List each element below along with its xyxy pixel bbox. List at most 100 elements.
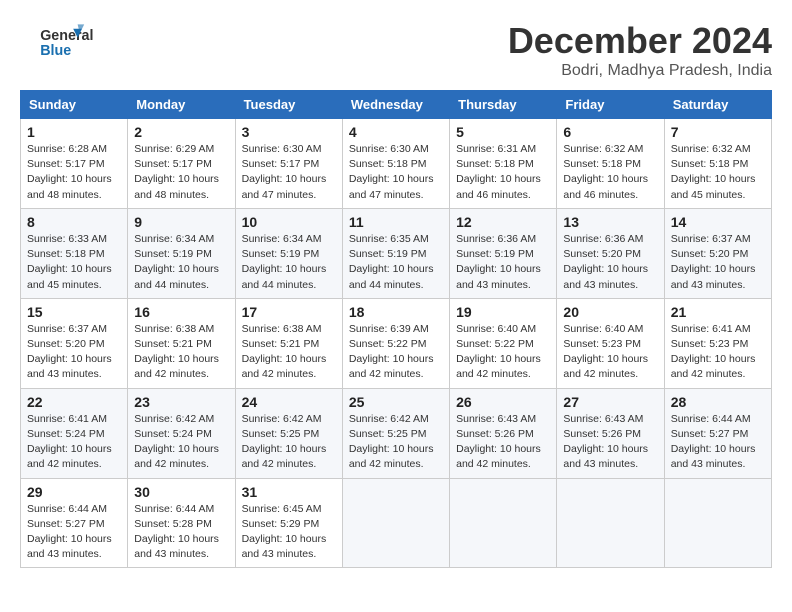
day-info-29: Sunrise: 6:44 AM Sunset: 5:27 PM Dayligh…	[27, 502, 121, 563]
day-cell-15: 15Sunrise: 6:37 AM Sunset: 5:20 PM Dayli…	[21, 298, 128, 388]
day-cell-32	[342, 478, 449, 568]
page-header: General Blue December 2024 Bodri, Madhya…	[20, 20, 772, 80]
day-info-18: Sunrise: 6:39 AM Sunset: 5:22 PM Dayligh…	[349, 322, 443, 383]
day-cell-4: 4 Sunrise: 6:30 AM Sunset: 5:18 PM Daylig…	[342, 119, 449, 209]
day-number-11: 11	[349, 214, 443, 230]
day-cell-18: 18Sunrise: 6:39 AM Sunset: 5:22 PM Dayli…	[342, 298, 449, 388]
day-number-30: 30	[134, 484, 228, 500]
day-cell-35	[664, 478, 771, 568]
day-number-6: 6	[563, 124, 657, 140]
day-cell-20: 20 Sunrise: 6:40 AM Sunset: 5:23 PM Dayli…	[557, 298, 664, 388]
day-number-24: 24	[242, 394, 336, 410]
day-cell-5: 5Sunrise: 6:31 AM Sunset: 5:18 PM Daylig…	[450, 119, 557, 209]
day-number-31: 31	[242, 484, 336, 500]
day-info-23: Sunrise: 6:42 AM Sunset: 5:24 PM Dayligh…	[134, 412, 228, 473]
header-saturday: Saturday	[664, 91, 771, 119]
day-number-26: 26	[456, 394, 550, 410]
day-cell-29: 29 Sunrise: 6:44 AM Sunset: 5:27 PM Dayli…	[21, 478, 128, 568]
day-info-15: Sunrise: 6:37 AM Sunset: 5:20 PM Dayligh…	[27, 322, 121, 383]
day-info-7: Sunrise: 6:32 AM Sunset: 5:18 PM Dayligh…	[671, 142, 765, 203]
day-number-19: 19	[456, 304, 550, 320]
day-cell-22: 22 Sunrise: 6:41 AM Sunset: 5:24 PM Dayli…	[21, 388, 128, 478]
day-info-24: Sunrise: 6:42 AM Sunset: 5:25 PM Dayligh…	[242, 412, 336, 473]
day-number-23: 23	[134, 394, 228, 410]
day-info-11: Sunrise: 6:35 AM Sunset: 5:19 PM Dayligh…	[349, 232, 443, 293]
day-cell-25: 25 Sunrise: 6:42 AM Sunset: 5:25 PM Dayli…	[342, 388, 449, 478]
day-number-16: 16	[134, 304, 228, 320]
day-cell-26: 26 Sunrise: 6:43 AM Sunset: 5:26 PM Dayli…	[450, 388, 557, 478]
day-info-9: Sunrise: 6:34 AM Sunset: 5:19 PM Dayligh…	[134, 232, 228, 293]
day-number-12: 12	[456, 214, 550, 230]
day-cell-11: 11 Sunrise: 6:35 AM Sunset: 5:19 PM Dayli…	[342, 208, 449, 298]
svg-text:Blue: Blue	[40, 43, 71, 59]
day-number-20: 20	[563, 304, 657, 320]
calendar-table: Sunday Monday Tuesday Wednesday Thursday…	[20, 90, 772, 568]
day-number-27: 27	[563, 394, 657, 410]
day-info-31: Sunrise: 6:45 AM Sunset: 5:29 PM Dayligh…	[242, 502, 336, 563]
day-info-17: Sunrise: 6:38 AM Sunset: 5:21 PM Dayligh…	[242, 322, 336, 383]
day-cell-10: 10 Sunrise: 6:34 AM Sunset: 5:19 PM Dayli…	[235, 208, 342, 298]
day-info-22: Sunrise: 6:41 AM Sunset: 5:24 PM Dayligh…	[27, 412, 121, 473]
header-row: Sunday Monday Tuesday Wednesday Thursday…	[21, 91, 772, 119]
day-info-27: Sunrise: 6:43 AM Sunset: 5:26 PM Dayligh…	[563, 412, 657, 473]
calendar-subtitle: Bodri, Madhya Pradesh, India	[508, 62, 772, 80]
day-info-14: Sunrise: 6:37 AM Sunset: 5:20 PM Dayligh…	[671, 232, 765, 293]
day-info-26: Sunrise: 6:43 AM Sunset: 5:26 PM Dayligh…	[456, 412, 550, 473]
week-row-4: 22 Sunrise: 6:41 AM Sunset: 5:24 PM Dayli…	[21, 388, 772, 478]
day-info-3: Sunrise: 6:30 AM Sunset: 5:17 PM Dayligh…	[242, 142, 336, 203]
day-cell-1: 1 Sunrise: 6:28 AM Sunset: 5:17 PM Daylig…	[21, 119, 128, 209]
day-info-10: Sunrise: 6:34 AM Sunset: 5:19 PM Dayligh…	[242, 232, 336, 293]
week-row-1: 1 Sunrise: 6:28 AM Sunset: 5:17 PM Daylig…	[21, 119, 772, 209]
day-cell-6: 6 Sunrise: 6:32 AM Sunset: 5:18 PM Daylig…	[557, 119, 664, 209]
header-monday: Monday	[128, 91, 235, 119]
day-info-2: Sunrise: 6:29 AM Sunset: 5:17 PM Dayligh…	[134, 142, 228, 203]
day-cell-17: 17 Sunrise: 6:38 AM Sunset: 5:21 PM Dayli…	[235, 298, 342, 388]
week-row-2: 8 Sunrise: 6:33 AM Sunset: 5:18 PM Daylig…	[21, 208, 772, 298]
day-cell-2: 2Sunrise: 6:29 AM Sunset: 5:17 PM Daylig…	[128, 119, 235, 209]
day-cell-8: 8 Sunrise: 6:33 AM Sunset: 5:18 PM Daylig…	[21, 208, 128, 298]
day-cell-9: 9Sunrise: 6:34 AM Sunset: 5:19 PM Daylig…	[128, 208, 235, 298]
day-cell-14: 14 Sunrise: 6:37 AM Sunset: 5:20 PM Dayli…	[664, 208, 771, 298]
day-info-30: Sunrise: 6:44 AM Sunset: 5:28 PM Dayligh…	[134, 502, 228, 563]
day-cell-24: 24 Sunrise: 6:42 AM Sunset: 5:25 PM Dayli…	[235, 388, 342, 478]
day-info-20: Sunrise: 6:40 AM Sunset: 5:23 PM Dayligh…	[563, 322, 657, 383]
day-cell-27: 27 Sunrise: 6:43 AM Sunset: 5:26 PM Dayli…	[557, 388, 664, 478]
day-cell-28: 28Sunrise: 6:44 AM Sunset: 5:27 PM Dayli…	[664, 388, 771, 478]
header-thursday: Thursday	[450, 91, 557, 119]
day-number-10: 10	[242, 214, 336, 230]
title-section: December 2024 Bodri, Madhya Pradesh, Ind…	[508, 20, 772, 80]
header-sunday: Sunday	[21, 91, 128, 119]
day-number-14: 14	[671, 214, 765, 230]
day-cell-3: 3 Sunrise: 6:30 AM Sunset: 5:17 PM Daylig…	[235, 119, 342, 209]
day-info-4: Sunrise: 6:30 AM Sunset: 5:18 PM Dayligh…	[349, 142, 443, 203]
day-cell-34	[557, 478, 664, 568]
day-number-1: 1	[27, 124, 121, 140]
day-number-8: 8	[27, 214, 121, 230]
day-number-21: 21	[671, 304, 765, 320]
day-cell-13: 13Sunrise: 6:36 AM Sunset: 5:20 PM Dayli…	[557, 208, 664, 298]
day-cell-7: 7 Sunrise: 6:32 AM Sunset: 5:18 PM Daylig…	[664, 119, 771, 209]
logo-icon: General Blue	[20, 20, 100, 64]
day-info-6: Sunrise: 6:32 AM Sunset: 5:18 PM Dayligh…	[563, 142, 657, 203]
day-cell-30: 30 Sunrise: 6:44 AM Sunset: 5:28 PM Dayli…	[128, 478, 235, 568]
day-number-13: 13	[563, 214, 657, 230]
day-cell-12: 12Sunrise: 6:36 AM Sunset: 5:19 PM Dayli…	[450, 208, 557, 298]
logo: General Blue	[20, 20, 100, 64]
week-row-3: 15Sunrise: 6:37 AM Sunset: 5:20 PM Dayli…	[21, 298, 772, 388]
day-number-17: 17	[242, 304, 336, 320]
day-number-7: 7	[671, 124, 765, 140]
day-info-5: Sunrise: 6:31 AM Sunset: 5:18 PM Dayligh…	[456, 142, 550, 203]
day-number-22: 22	[27, 394, 121, 410]
day-info-25: Sunrise: 6:42 AM Sunset: 5:25 PM Dayligh…	[349, 412, 443, 473]
day-info-1: Sunrise: 6:28 AM Sunset: 5:17 PM Dayligh…	[27, 142, 121, 203]
day-number-29: 29	[27, 484, 121, 500]
calendar-title: December 2024	[508, 20, 772, 62]
day-number-25: 25	[349, 394, 443, 410]
day-number-3: 3	[242, 124, 336, 140]
day-number-4: 4	[349, 124, 443, 140]
day-cell-31: 31 Sunrise: 6:45 AM Sunset: 5:29 PM Dayli…	[235, 478, 342, 568]
day-info-8: Sunrise: 6:33 AM Sunset: 5:18 PM Dayligh…	[27, 232, 121, 293]
day-info-19: Sunrise: 6:40 AM Sunset: 5:22 PM Dayligh…	[456, 322, 550, 383]
day-info-28: Sunrise: 6:44 AM Sunset: 5:27 PM Dayligh…	[671, 412, 765, 473]
day-cell-16: 16Sunrise: 6:38 AM Sunset: 5:21 PM Dayli…	[128, 298, 235, 388]
